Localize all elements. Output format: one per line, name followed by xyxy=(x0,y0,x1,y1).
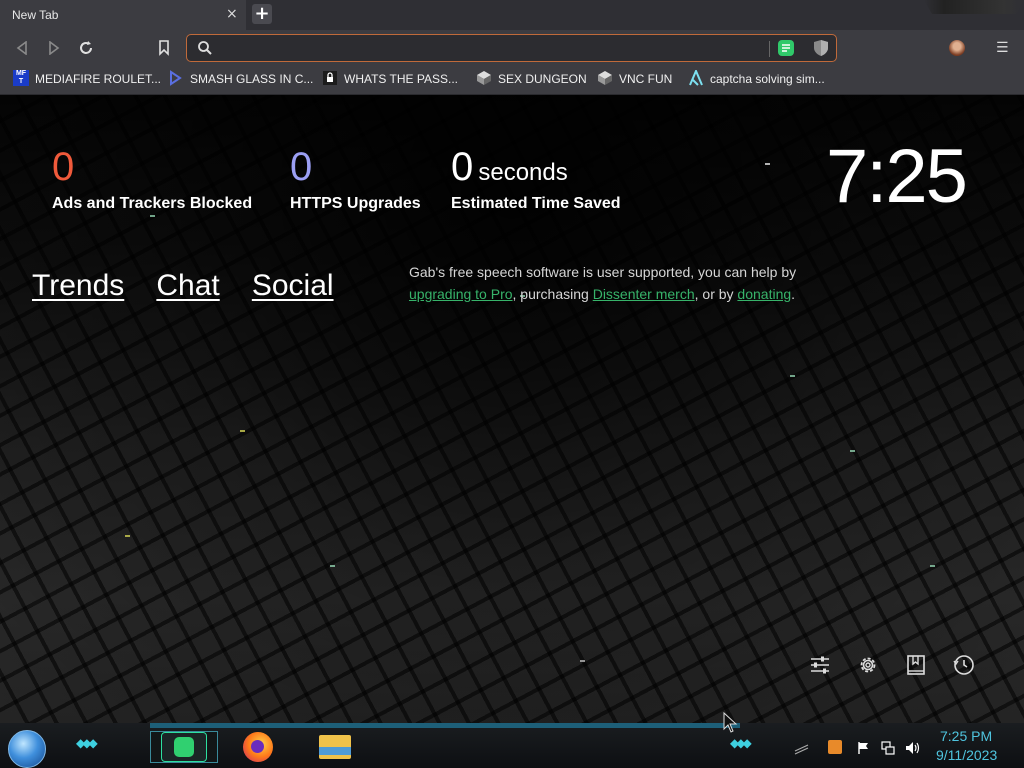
start-button[interactable] xyxy=(8,730,46,768)
tray-date[interactable]: 9/11/2023 xyxy=(936,747,997,763)
upgrade-pro-link[interactable]: upgrading to Pro xyxy=(409,286,513,302)
top-links: Trends Chat Social xyxy=(32,269,361,303)
tab-title: New Tab xyxy=(12,8,59,22)
taskbar-gab-chat[interactable] xyxy=(161,732,207,762)
taskbar-firefox[interactable] xyxy=(243,732,273,762)
stat-ads-blocked: 0 Ads and Trackers Blocked xyxy=(52,145,252,213)
toolbar: ☰ xyxy=(0,30,1024,66)
new-tab-page: 0 Ads and Trackers Blocked 0 HTTPS Upgra… xyxy=(0,95,1024,723)
link-social[interactable]: Social xyxy=(252,269,334,302)
network-icon[interactable] xyxy=(881,740,895,755)
search-icon xyxy=(198,41,212,55)
stat-value: 0 xyxy=(52,145,75,189)
stat-label: Estimated Time Saved xyxy=(451,195,621,212)
background-spark xyxy=(330,565,335,567)
new-tab-button[interactable]: + xyxy=(252,4,272,24)
bookmark-item[interactable]: captcha solving sim... xyxy=(688,68,825,88)
background-spark xyxy=(765,163,770,165)
bookmarks-icon xyxy=(907,655,925,675)
promo-text: , or by xyxy=(694,286,738,302)
reload-button[interactable] xyxy=(76,38,96,58)
promo-text: , purchasing xyxy=(512,286,593,302)
taskbar-file-explorer[interactable] xyxy=(319,735,351,759)
link-trends[interactable]: Trends xyxy=(32,269,124,302)
volume-icon[interactable] xyxy=(905,740,920,754)
gab-chat-icon xyxy=(174,737,194,757)
cube-icon xyxy=(476,70,492,86)
stat-https-upgrades: 0 HTTPS Upgrades xyxy=(290,145,421,213)
background-spark xyxy=(580,660,585,662)
stat-label: Ads and Trackers Blocked xyxy=(52,195,253,212)
tab-close-button[interactable]: × xyxy=(226,6,238,22)
stat-value: 0 xyxy=(290,145,313,189)
bookmark-item[interactable]: MF T MEDIAFIRE ROULET... xyxy=(13,70,161,88)
clock: 7:25 xyxy=(826,134,968,219)
gab-promo: Gab's free speech software is user suppo… xyxy=(409,261,809,305)
address-bar[interactable] xyxy=(186,34,837,62)
profile-avatar[interactable] xyxy=(949,40,965,56)
mouse-cursor-icon xyxy=(723,712,738,733)
mediafire-icon: MF T xyxy=(13,70,29,86)
background-spark xyxy=(240,430,245,432)
forward-button[interactable] xyxy=(44,38,64,58)
promo-text: Gab's free speech software is user suppo… xyxy=(409,264,797,280)
taskbar-accent-strip xyxy=(150,723,740,728)
tray-time[interactable]: 7:25 PM xyxy=(940,728,992,744)
reload-icon xyxy=(80,41,92,54)
gab-chat-extension-icon[interactable] xyxy=(778,40,794,56)
donating-link[interactable]: donating xyxy=(737,286,791,302)
stat-value: 0 xyxy=(451,145,474,189)
background-spark xyxy=(930,565,935,567)
stat-time-saved: 0 seconds Estimated Time Saved xyxy=(451,145,621,213)
bracket-icon xyxy=(168,70,184,86)
cube-icon xyxy=(597,70,613,86)
settings-gear-icon xyxy=(860,657,876,673)
forward-arrow-icon xyxy=(49,40,60,56)
bookmark-item[interactable]: WHATS THE PASS... xyxy=(322,70,458,88)
bookmarks-bar: MF T MEDIAFIRE ROULET... SMASH GLASS IN C.… xyxy=(0,66,1024,95)
menu-icon[interactable]: ☰ xyxy=(996,40,1009,56)
tray-expand-icon[interactable] xyxy=(794,740,809,755)
flag-icon[interactable] xyxy=(857,740,871,754)
shield-icon[interactable] xyxy=(813,39,829,57)
stat-unit: seconds xyxy=(478,159,568,186)
background-spark xyxy=(790,375,795,377)
taskbar: ◆◆◆ ◆◆◆ 7:25 PM 9/11/2023 xyxy=(0,723,1024,768)
address-bar-separator xyxy=(769,41,770,57)
firefox-icon xyxy=(251,740,264,753)
history-clock-icon xyxy=(953,655,974,675)
customize-button[interactable] xyxy=(808,653,832,677)
tab-strip: New Tab × + xyxy=(0,0,1024,30)
folder-icon xyxy=(319,747,351,755)
lambda-icon xyxy=(688,68,704,86)
stat-label: HTTPS Upgrades xyxy=(290,195,421,212)
tab-new-tab[interactable]: New Tab × xyxy=(0,0,246,30)
back-button[interactable] xyxy=(12,38,32,58)
bookmark-item[interactable]: SMASH GLASS IN C... xyxy=(168,70,313,88)
bookmarks-button[interactable] xyxy=(904,653,928,677)
bookmark-page-button[interactable] xyxy=(154,38,174,58)
lock-icon xyxy=(322,70,338,86)
link-chat[interactable]: Chat xyxy=(156,269,219,302)
bookmark-icon xyxy=(159,40,169,56)
back-arrow-icon xyxy=(16,40,27,56)
bookmark-item[interactable]: SEX DUNGEON xyxy=(476,70,587,88)
settings-button[interactable] xyxy=(856,653,880,677)
taskbar-chevron-icon: ◆◆◆ xyxy=(730,736,752,750)
tray-app-icon[interactable] xyxy=(828,740,842,754)
history-button[interactable] xyxy=(952,653,976,677)
background-spark xyxy=(850,450,855,452)
background-spark xyxy=(150,215,155,217)
bookmark-item[interactable]: VNC FUN xyxy=(597,70,672,88)
taskbar-chevron-icon: ◆◆◆ xyxy=(76,736,98,750)
dissenter-merch-link[interactable]: Dissenter merch xyxy=(593,286,695,302)
window-decoration xyxy=(924,0,1024,14)
promo-text: . xyxy=(791,286,796,302)
customize-sliders-icon xyxy=(811,656,829,674)
background-spark xyxy=(125,535,130,537)
